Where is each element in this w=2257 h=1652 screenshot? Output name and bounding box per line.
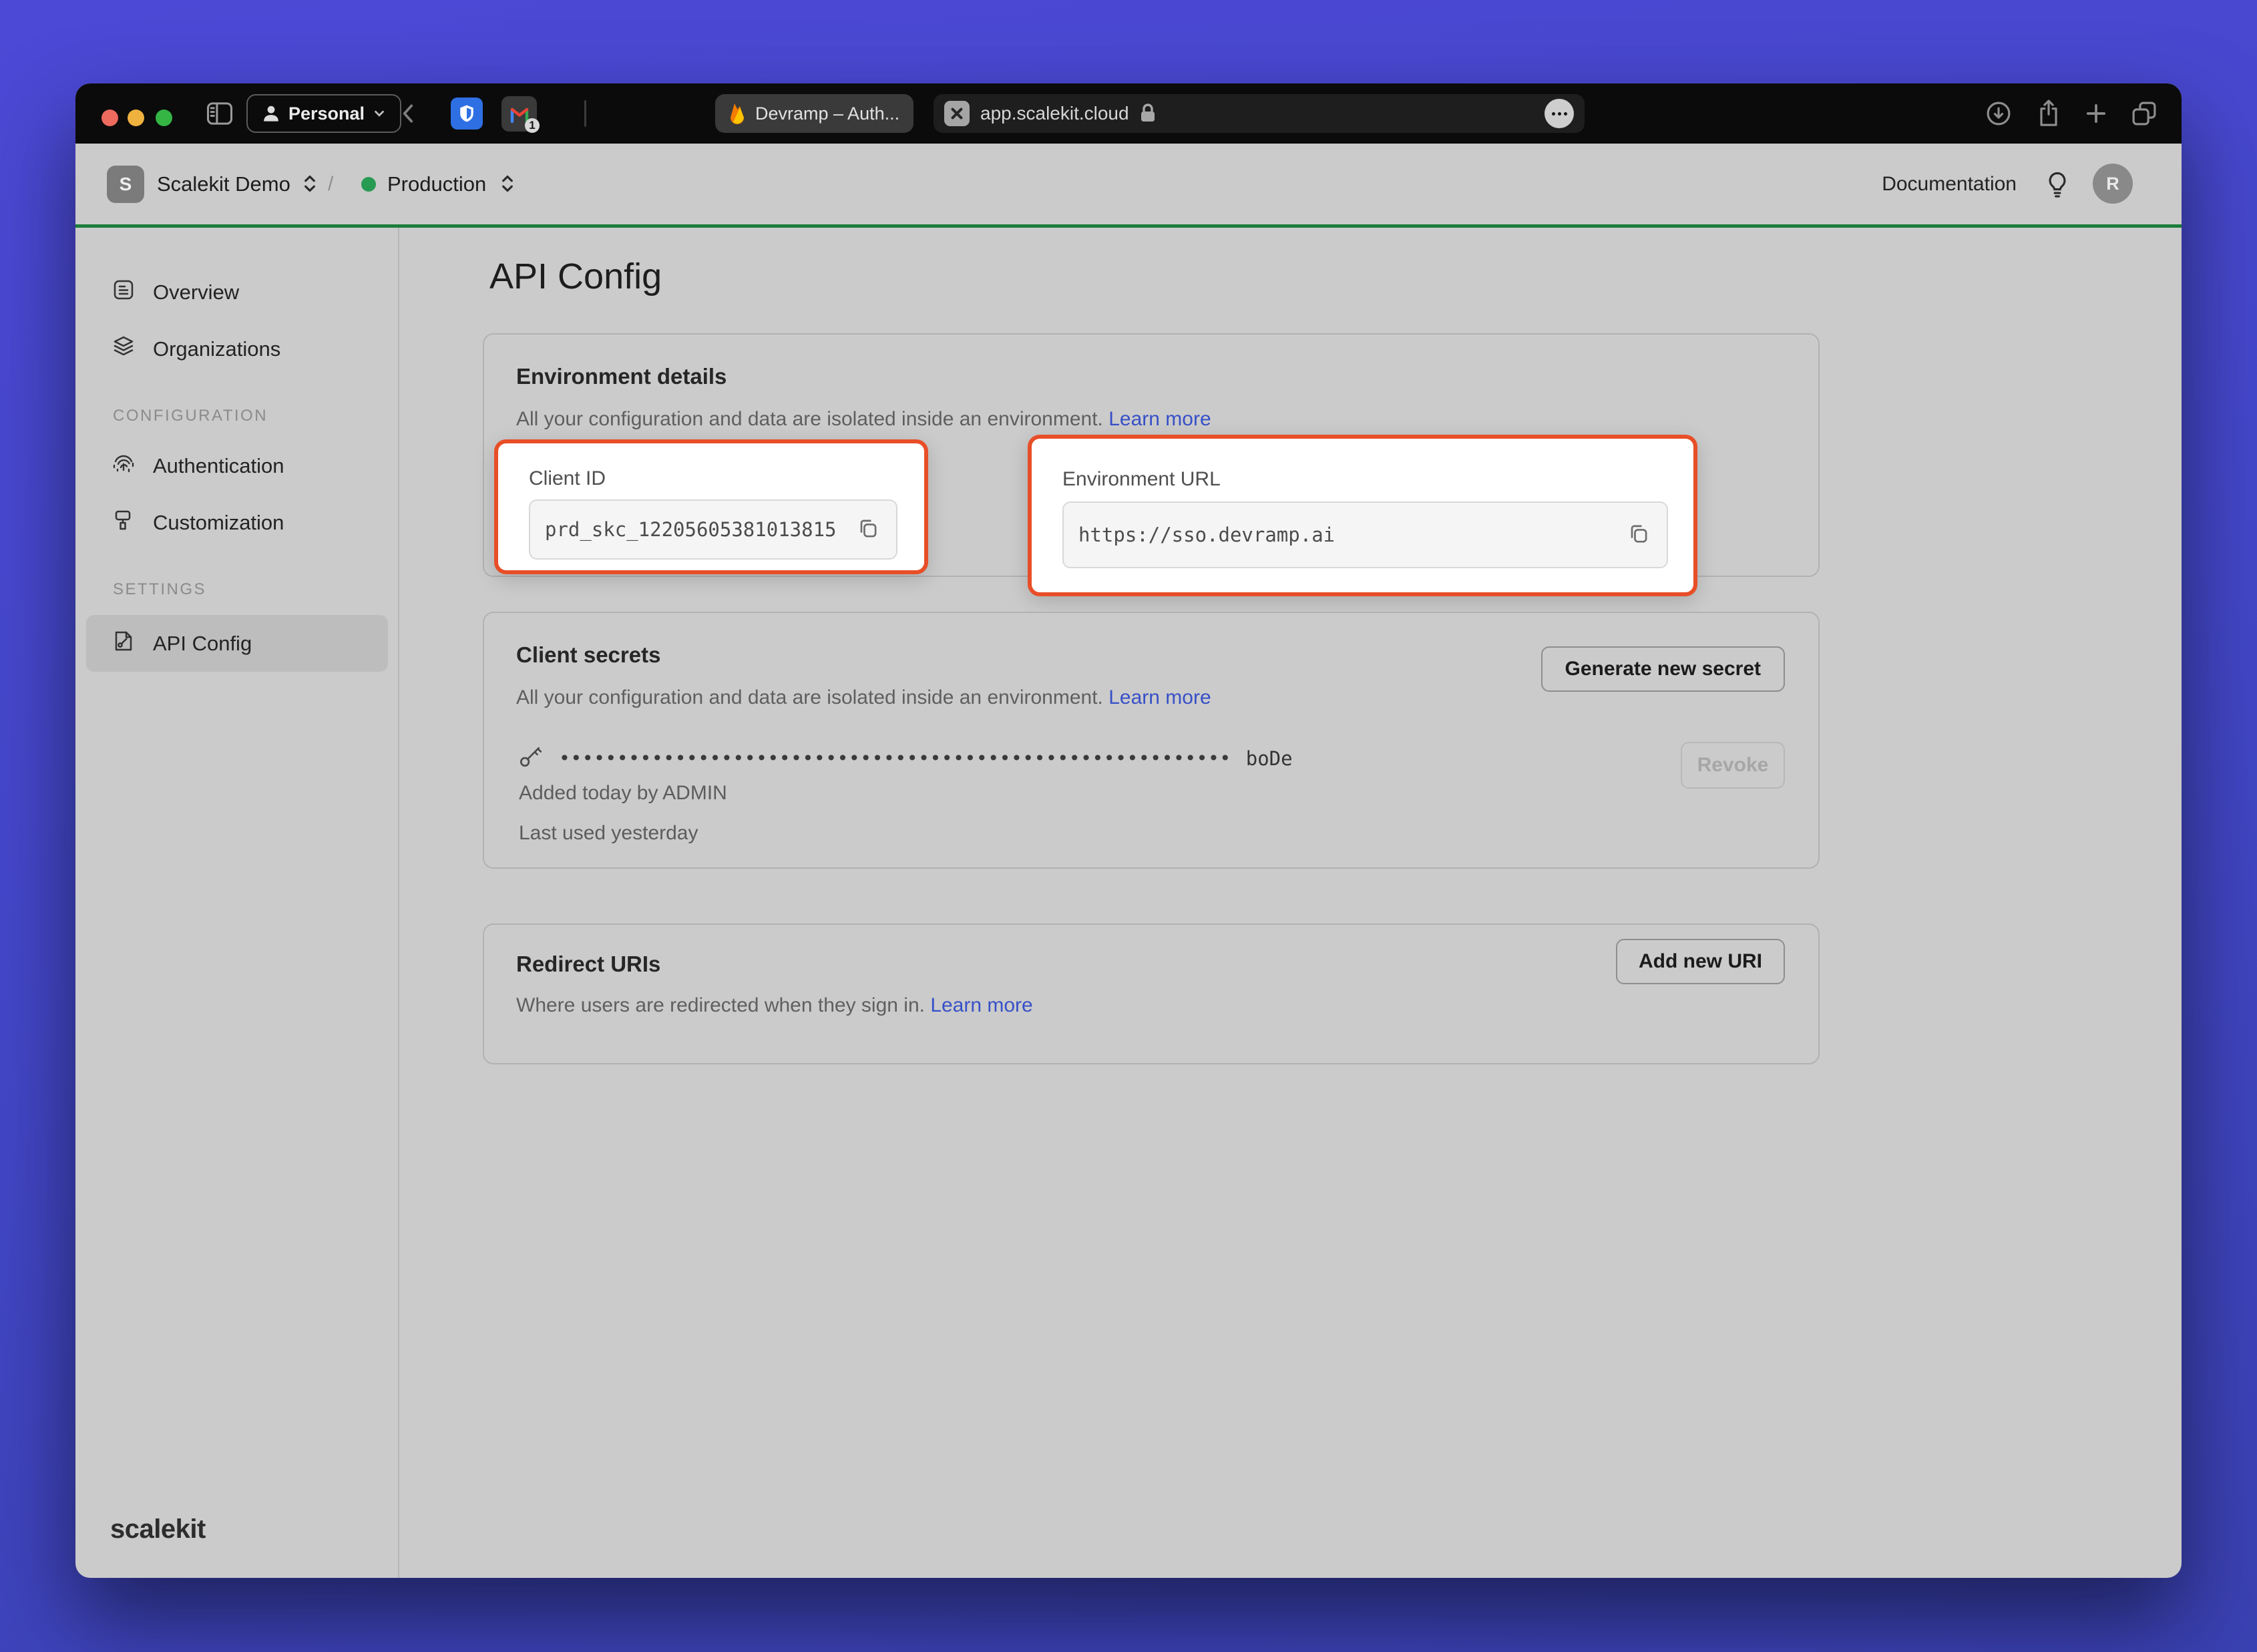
client-secrets-card: Client secrets All your configuration an… (483, 612, 1820, 869)
card-title: Redirect URIs (516, 952, 660, 977)
sidebar-item-organizations[interactable]: Organizations (75, 321, 398, 377)
environment-url-value: https://sso.devramp.ai (1078, 524, 1625, 546)
share-button[interactable] (2034, 99, 2063, 128)
lightbulb-icon[interactable] (2044, 170, 2071, 203)
toolbar-separator (584, 100, 586, 127)
secret-suffix: boDe (1246, 747, 1293, 770)
breadcrumb-separator: / (328, 144, 333, 224)
generate-new-secret-button[interactable]: Generate new secret (1541, 646, 1785, 692)
tab-options-button[interactable] (1545, 99, 1574, 128)
key-icon (518, 744, 544, 773)
add-new-uri-button[interactable]: Add new URI (1616, 939, 1785, 984)
environment-details-card: Environment details All your configurati… (483, 333, 1820, 577)
environment-url-label: Environment URL (1062, 468, 1221, 491)
tab-overview-button[interactable] (2129, 99, 2159, 128)
tab-devramp[interactable]: Devramp – Auth... (715, 94, 913, 133)
tab-active-address[interactable]: app.scalekit.cloud (934, 94, 1585, 133)
secret-row: ••••••••••••••••••••••••••••••••••••••••… (518, 744, 1293, 773)
back-button[interactable] (396, 100, 421, 127)
sidebar-item-api-config[interactable]: API Config (86, 615, 388, 672)
redirect-uris-card: Redirect URIs Where users are redirected… (483, 923, 1820, 1064)
environment-switcher-chevrons-icon[interactable] (495, 171, 520, 200)
person-icon (261, 104, 281, 124)
firebase-flame-icon (727, 101, 747, 126)
environment-switcher[interactable]: Production (387, 144, 486, 224)
sidebar-section-configuration: CONFIGURATION (75, 403, 398, 429)
client-id-value: prd_skc_12205605381013815 (545, 518, 855, 541)
fingerprint-icon (112, 451, 136, 481)
workspace-logo[interactable]: S (107, 166, 144, 203)
minimize-window-button[interactable] (128, 110, 144, 126)
organizations-icon (112, 335, 136, 364)
scalekit-logo: scalekit (110, 1514, 206, 1544)
app-header: S Scalekit Demo / Production Documentati… (75, 144, 2182, 224)
overview-icon (112, 278, 136, 307)
copy-icon[interactable] (855, 515, 881, 545)
tab-title: Devramp – Auth... (755, 104, 899, 124)
user-avatar[interactable]: R (2093, 164, 2133, 204)
browser-window: Personal 1 (75, 83, 2182, 1578)
sidebar-item-label: Organizations (153, 337, 280, 361)
environment-status-dot (361, 177, 376, 192)
paint-roller-icon (112, 508, 136, 538)
downloads-button[interactable] (1984, 99, 2013, 128)
secret-last-used-info: Last used yesterday (519, 822, 698, 845)
environment-url-field: https://sso.devramp.ai (1062, 501, 1668, 568)
sidebar-section-settings: SETTINGS (75, 576, 398, 603)
close-window-button[interactable] (101, 110, 118, 126)
new-tab-button[interactable] (2081, 99, 2111, 128)
api-config-icon (112, 629, 136, 658)
sidebar-item-label: API Config (153, 632, 252, 656)
learn-more-link[interactable]: Learn more (1108, 408, 1211, 430)
gmail-extension-icon[interactable]: 1 (501, 96, 537, 132)
learn-more-link[interactable]: Learn more (1108, 686, 1211, 708)
sidebar: Overview Organizations CONFIGURATION (75, 228, 399, 1578)
card-description: All your configuration and data are isol… (516, 408, 1211, 431)
copy-icon[interactable] (1625, 520, 1652, 550)
sidebar-item-customization[interactable]: Customization (75, 494, 398, 551)
address-url: app.scalekit.cloud (980, 103, 1129, 124)
main-content: API Config Environment details All your … (399, 228, 2182, 1578)
secret-added-info: Added today by ADMIN (519, 782, 727, 805)
org-switcher-chevrons-icon[interactable] (297, 171, 323, 200)
client-id-highlight-annotation: Client ID prd_skc_12205605381013815 (494, 439, 928, 574)
sidebar-item-label: Overview (153, 280, 239, 304)
gmail-unread-badge: 1 (525, 118, 540, 133)
learn-more-link[interactable]: Learn more (930, 994, 1032, 1016)
card-title: Client secrets (516, 642, 660, 668)
sidebar-toggle-icon[interactable] (206, 100, 234, 127)
sidebar-item-label: Customization (153, 511, 284, 535)
zoom-window-button[interactable] (156, 110, 172, 126)
sidebar-item-overview[interactable]: Overview (75, 264, 398, 321)
client-id-label: Client ID (529, 467, 606, 490)
lock-icon (1139, 103, 1157, 124)
bitwarden-extension-icon[interactable] (451, 97, 483, 130)
masked-secret: ••••••••••••••••••••••••••••••••••••••••… (559, 747, 1231, 769)
chevron-down-icon (372, 106, 387, 121)
browser-toolbar: Personal 1 (75, 83, 2182, 144)
profile-label: Personal (288, 104, 365, 124)
environment-url-highlight-annotation: Environment URL https://sso.devramp.ai (1028, 435, 1697, 596)
close-tab-icon[interactable] (944, 101, 970, 126)
revoke-button[interactable]: Revoke (1681, 742, 1785, 789)
sidebar-item-label: Authentication (153, 454, 284, 478)
card-title: Environment details (516, 364, 727, 389)
page-title: API Config (489, 256, 662, 297)
org-switcher[interactable]: Scalekit Demo (157, 144, 290, 224)
profile-switcher[interactable]: Personal (246, 94, 401, 133)
documentation-link[interactable]: Documentation (1882, 144, 2017, 224)
card-description: All your configuration and data are isol… (516, 686, 1211, 709)
client-id-field: prd_skc_12205605381013815 (529, 499, 897, 560)
sidebar-item-authentication[interactable]: Authentication (75, 437, 398, 494)
card-description: Where users are redirected when they sig… (516, 994, 1033, 1017)
